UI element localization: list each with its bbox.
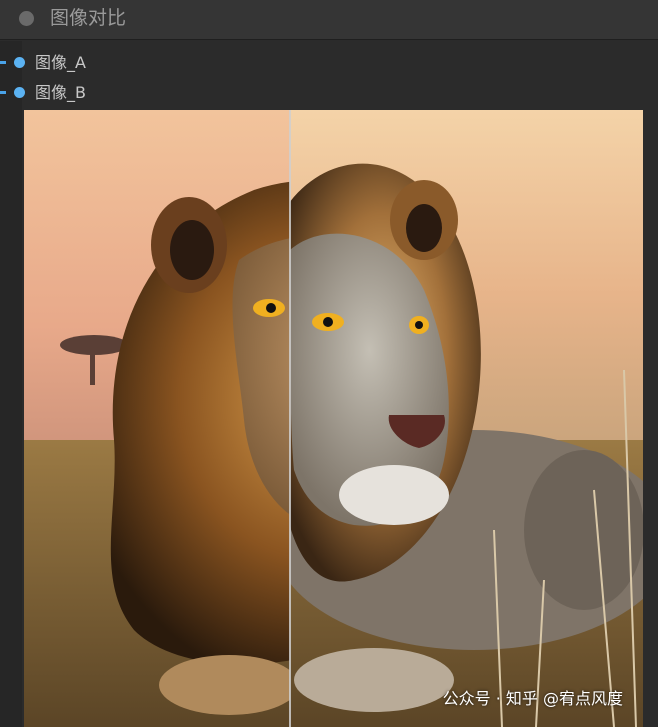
- comparison-image: [24, 110, 643, 727]
- image-compare-viewer[interactable]: 公众号 · 知乎 @宥点风度: [24, 110, 643, 727]
- port-connector[interactable]: [0, 91, 6, 94]
- input-label-image-a: 图像_A: [35, 53, 86, 72]
- port-dot-icon[interactable]: [14, 87, 25, 98]
- port-dot-icon[interactable]: [14, 57, 25, 68]
- node-title: 图像对比: [50, 7, 127, 29]
- node-title-bar[interactable]: 图像对比: [0, 0, 658, 40]
- node-left-edge: [0, 41, 22, 727]
- node-collapse-dot[interactable]: [19, 11, 34, 26]
- port-connector[interactable]: [0, 61, 6, 64]
- watermark-text: 公众号 · 知乎 @宥点风度: [442, 689, 623, 708]
- node-right-edge: [643, 110, 658, 727]
- input-label-image-b: 图像_B: [35, 83, 86, 102]
